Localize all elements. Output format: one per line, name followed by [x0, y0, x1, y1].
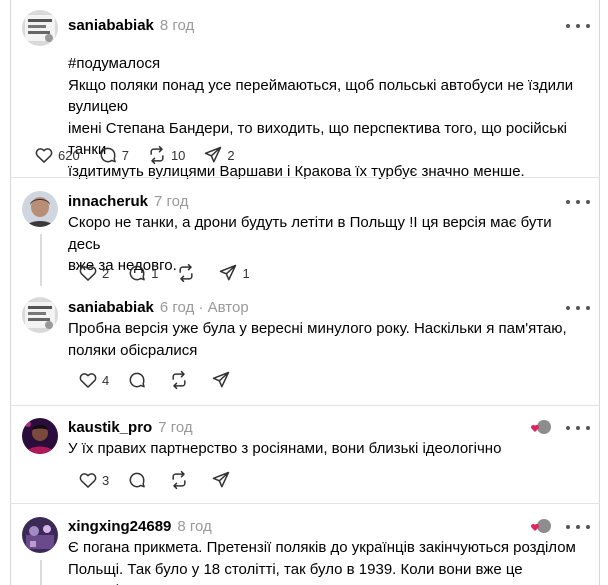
post-time[interactable]: 6 год	[160, 299, 194, 316]
comment-icon	[129, 472, 146, 488]
share-icon	[220, 264, 237, 281]
post-actions: 620 7 10 2	[34, 144, 253, 166]
heart-icon	[79, 266, 97, 281]
username[interactable]: kaustik_pro	[68, 419, 152, 436]
share-button[interactable]: 1	[218, 262, 250, 284]
reply-button[interactable]: 7	[98, 144, 129, 166]
like-button[interactable]: 2	[78, 262, 109, 284]
post-time[interactable]: 8 год	[177, 518, 211, 535]
post-time[interactable]: 7 год	[158, 419, 192, 436]
like-count: 4	[102, 372, 110, 388]
repost-button[interactable]	[169, 369, 193, 391]
liker-avatars[interactable]	[530, 419, 552, 435]
share-icon	[212, 471, 230, 488]
post-time[interactable]: 8 год	[160, 17, 194, 34]
more-icon[interactable]	[566, 419, 590, 437]
post-time[interactable]: 7 год	[154, 193, 188, 210]
post-text: У їх правих партнерство з росіянами, вон…	[68, 438, 578, 460]
repost-button[interactable]	[176, 262, 200, 284]
post-header: saniababiak 8 год	[68, 17, 194, 35]
share-button[interactable]	[211, 369, 235, 391]
like-button[interactable]: 3	[78, 469, 109, 491]
post-text: Пробна версія уже була у вересні минулог…	[68, 318, 578, 361]
post-text-line: Пробна версія уже була у вересні минулог…	[68, 320, 567, 337]
more-icon[interactable]	[566, 17, 590, 35]
more-icon[interactable]	[566, 518, 590, 536]
liker-avatars[interactable]	[530, 518, 552, 534]
share-icon	[205, 146, 222, 163]
repost-icon	[172, 470, 186, 490]
post-text: Є погана прикмета. Претензії поляків до …	[68, 537, 578, 585]
share-icon	[212, 371, 230, 388]
avatar[interactable]	[22, 517, 58, 553]
comment-icon	[129, 265, 146, 281]
heart-icon	[79, 473, 97, 488]
post-text-line: Польщі. Так було у 18 столітті, так було…	[68, 560, 523, 585]
post-text-line: #подумалося	[68, 55, 161, 72]
avatar[interactable]	[22, 10, 58, 46]
post-actions: 3	[78, 469, 253, 491]
post-actions: 2 1 1	[78, 262, 268, 284]
heart-icon	[79, 373, 97, 388]
reply-count: 7	[121, 147, 129, 163]
more-icon[interactable]	[566, 193, 590, 211]
username[interactable]: saniababiak	[68, 17, 154, 34]
avatar[interactable]	[22, 191, 58, 227]
post-header: xingxing24689 8 год	[68, 518, 212, 536]
thread-line	[40, 560, 42, 585]
post-header: innacheruk 7 год	[68, 193, 188, 211]
reply-button[interactable]	[127, 369, 151, 391]
repost-count: 10	[170, 147, 186, 163]
share-button[interactable]	[211, 469, 235, 491]
reply-button[interactable]: 1	[127, 262, 158, 284]
separator	[10, 177, 600, 178]
more-icon[interactable]	[566, 299, 590, 317]
avatar[interactable]	[22, 297, 58, 333]
repost-icon	[179, 263, 194, 283]
author-label: · Автор	[198, 299, 249, 316]
post-text-line: Скоро не танки, а дрони будуть летіти в …	[68, 214, 552, 253]
repost-button[interactable]: 10	[147, 144, 185, 166]
like-button[interactable]: 620	[34, 144, 80, 166]
separator	[10, 405, 600, 406]
post-text-line: Якщо поляки понад усе переймаються, щоб …	[68, 76, 574, 116]
avatar[interactable]	[22, 418, 58, 454]
post-header: saniababiak 6 год · Автор	[68, 299, 249, 317]
username[interactable]: saniababiak	[68, 299, 154, 316]
like-button[interactable]: 4	[78, 369, 109, 391]
comment-icon	[129, 372, 146, 388]
comment-icon	[100, 147, 116, 163]
thread-line	[40, 234, 42, 286]
repost-button[interactable]	[169, 469, 193, 491]
separator	[10, 503, 600, 504]
like-count: 2	[102, 265, 110, 281]
reply-button[interactable]	[127, 469, 151, 491]
post-text-line: Є погана прикмета. Претензії поляків до …	[68, 539, 576, 556]
post-text-line: У їх правих партнерство з росіянами, вон…	[68, 440, 502, 457]
reply-count: 1	[151, 265, 159, 281]
share-count: 1	[242, 265, 250, 281]
post-actions: 4	[78, 369, 253, 391]
heart-icon	[35, 148, 53, 163]
username[interactable]: xingxing24689	[68, 518, 171, 535]
repost-icon	[172, 370, 186, 390]
username[interactable]: innacheruk	[68, 193, 148, 210]
post-header: kaustik_pro 7 год	[68, 419, 193, 437]
like-count: 620	[58, 147, 80, 163]
like-count: 3	[102, 472, 110, 488]
share-count: 2	[227, 147, 235, 163]
repost-icon	[150, 145, 164, 165]
share-button[interactable]: 2	[203, 144, 235, 166]
post-text-line: поляки обісралися	[68, 341, 198, 359]
